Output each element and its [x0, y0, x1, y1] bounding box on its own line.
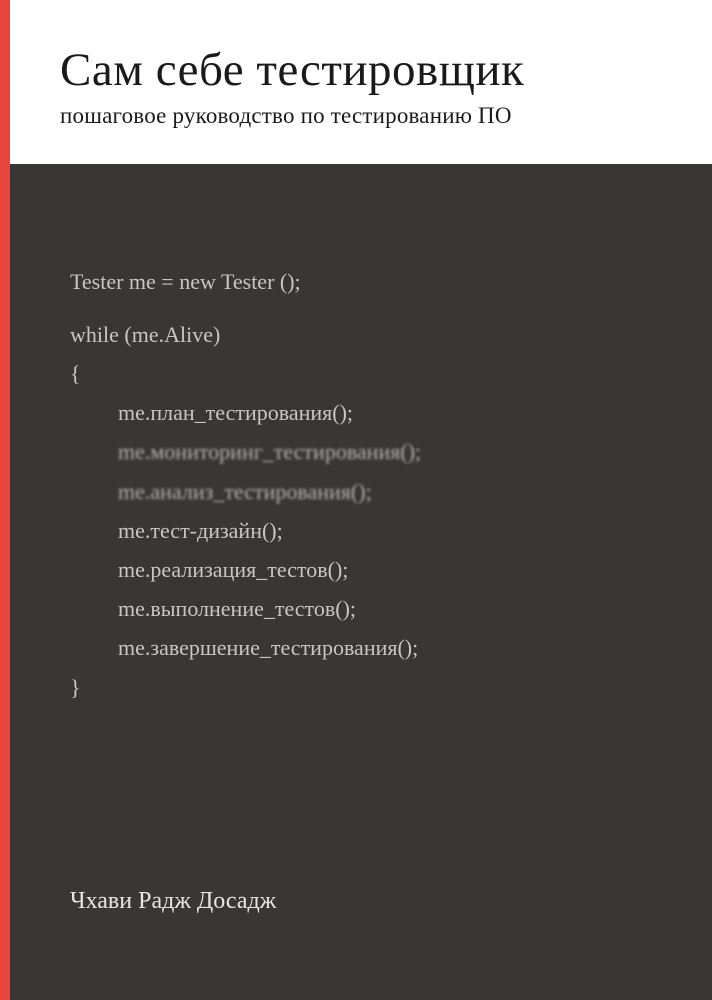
- code-method: me.выполнение_тестов();: [70, 591, 662, 626]
- code-method: me.мониторинг_тестирования();: [70, 434, 662, 469]
- code-brace-open: {: [70, 356, 662, 391]
- spine-accent: [0, 0, 10, 1000]
- code-method: me.завершение_тестирования();: [70, 630, 662, 665]
- code-illustration: Tester me = new Tester (); while (me.Ali…: [10, 164, 712, 1000]
- author-name: Чхави Радж Досадж: [70, 882, 276, 920]
- book-title: Сам себе тестировщик: [60, 45, 662, 97]
- code-method: me.тест-дизайн();: [70, 513, 662, 548]
- code-method: me.реализация_тестов();: [70, 552, 662, 587]
- code-line-declaration: Tester me = new Tester ();: [70, 264, 662, 299]
- code-brace-close: }: [70, 670, 662, 705]
- code-method: me.план_тестирования();: [70, 395, 662, 430]
- code-method: me.анализ_тестирования();: [70, 474, 662, 509]
- code-line-while: while (me.Alive): [70, 317, 662, 352]
- cover-content: Сам себе тестировщик пошаговое руководст…: [10, 0, 712, 1000]
- header-block: Сам себе тестировщик пошаговое руководст…: [10, 0, 712, 164]
- book-subtitle: пошаговое руководство по тестированию ПО: [60, 103, 662, 129]
